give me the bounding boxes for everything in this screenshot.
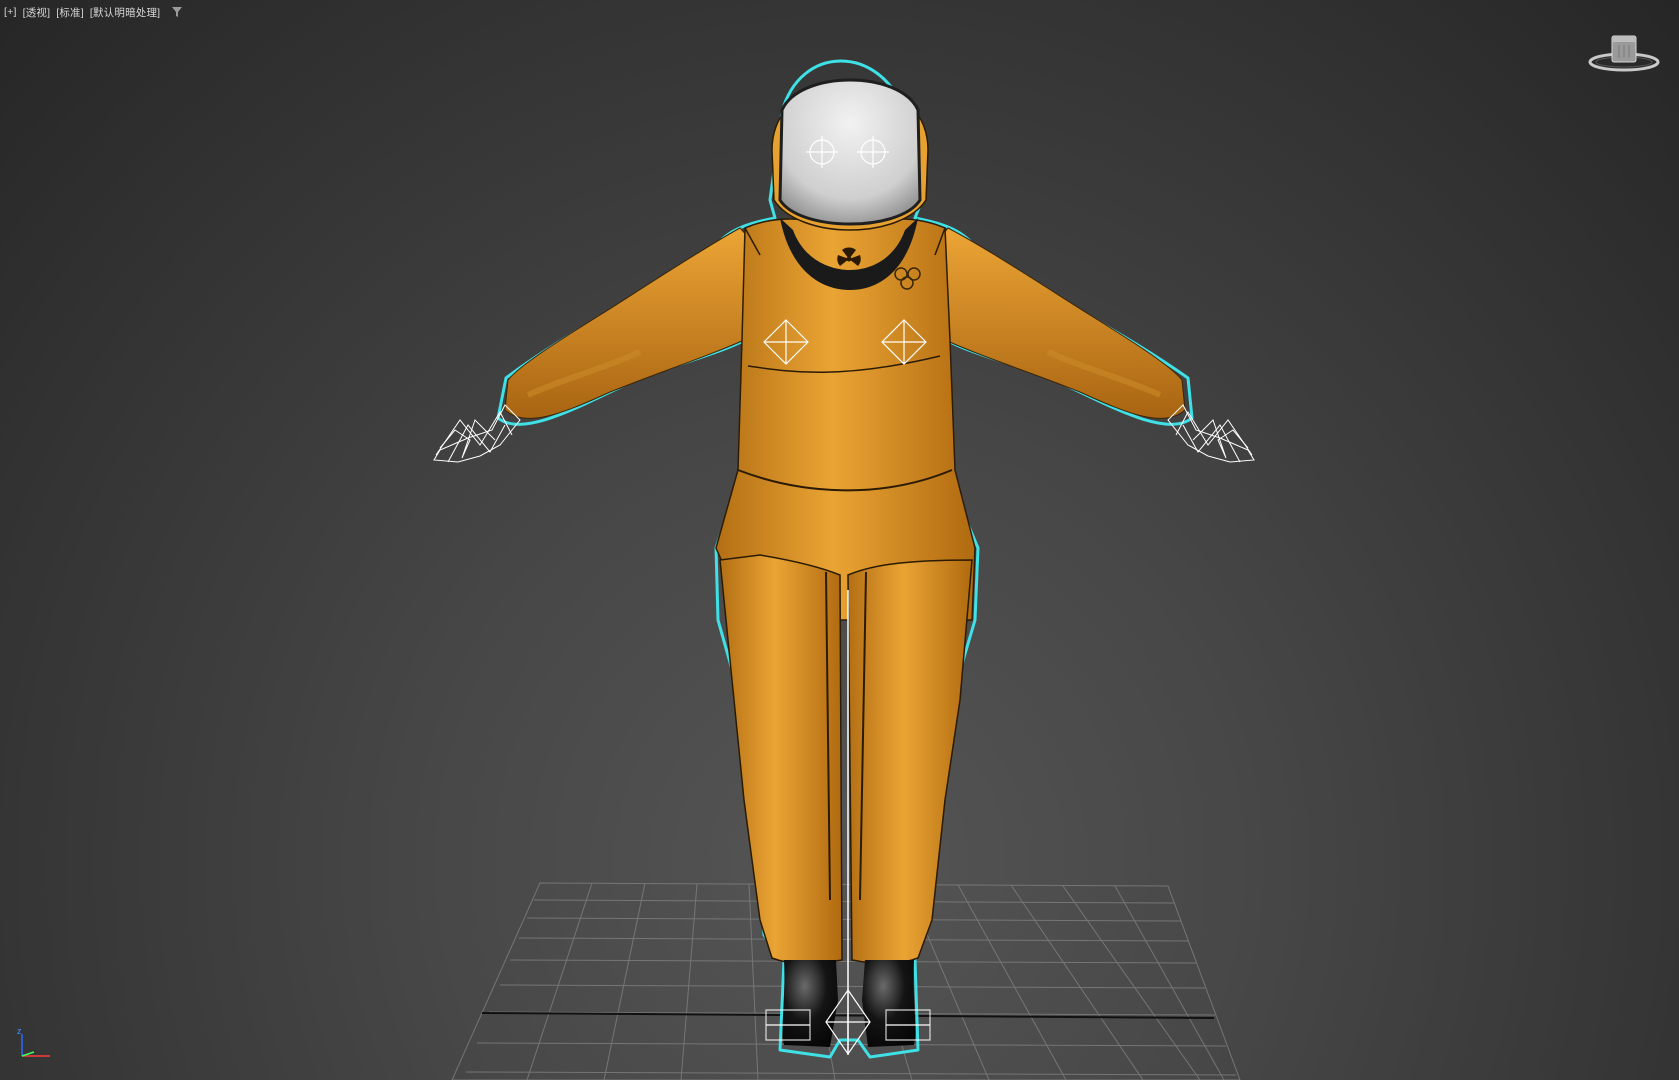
hand-wireframe-left — [433, 404, 521, 463]
axis-tripod-icon: z — [16, 1022, 56, 1062]
helmet — [771, 78, 929, 231]
axis-z-label: z — [17, 1026, 22, 1036]
suit-left-arm — [504, 227, 761, 419]
suit-boots — [782, 960, 916, 1047]
suit-right-arm — [929, 227, 1186, 419]
viewcube-icon[interactable] — [1585, 30, 1663, 82]
scene-canvas[interactable] — [0, 0, 1679, 1080]
perspective-viewport[interactable]: [+] [透视] [标准] [默认明暗处理] z — [0, 0, 1679, 1080]
